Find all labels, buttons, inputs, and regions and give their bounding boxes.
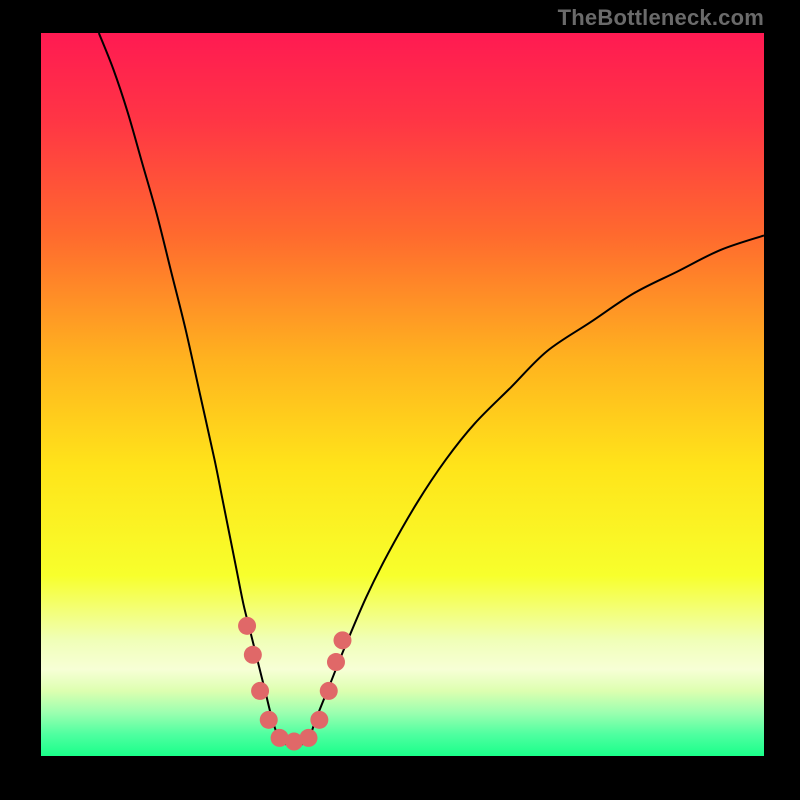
highlight-dot — [320, 682, 338, 700]
highlight-dot — [300, 729, 318, 747]
highlight-dot — [327, 653, 345, 671]
highlight-dot — [251, 682, 269, 700]
highlight-dot — [333, 631, 351, 649]
plot-area — [41, 33, 764, 756]
highlight-dot — [238, 617, 256, 635]
chart-frame: TheBottleneck.com — [0, 0, 800, 800]
bottleneck-curve — [41, 33, 764, 756]
watermark-text: TheBottleneck.com — [558, 5, 764, 31]
highlight-dot — [310, 711, 328, 729]
bottleneck-curve-path — [99, 33, 764, 745]
highlight-dot — [260, 711, 278, 729]
highlight-dot — [244, 646, 262, 664]
